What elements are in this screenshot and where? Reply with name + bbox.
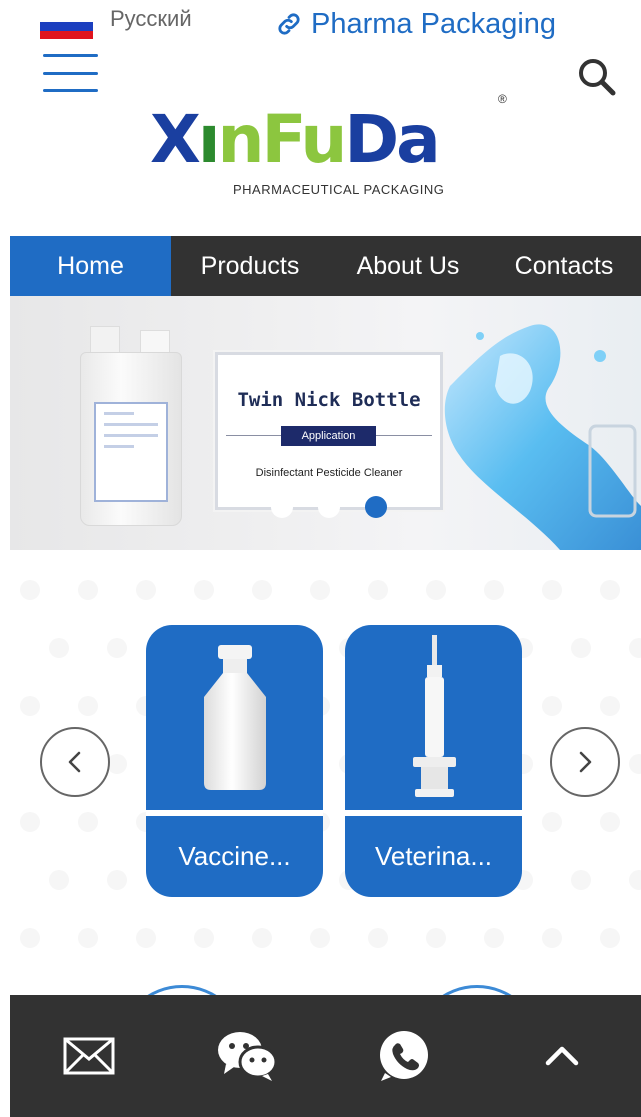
back-to-top-icon <box>545 1046 579 1066</box>
banner-dot-3[interactable] <box>365 496 387 518</box>
pattern-dot <box>107 870 127 890</box>
pattern-dot <box>484 928 504 948</box>
product-name: Veterina... <box>374 841 493 871</box>
pattern-dot <box>484 580 504 600</box>
pattern-dot <box>252 580 272 600</box>
whatsapp-icon <box>380 1031 429 1081</box>
pattern-dot <box>368 580 388 600</box>
logo-subtitle: PHARMACEUTICAL PACKAGING <box>233 182 445 197</box>
promo-card: Twin Nick Bottle Application Disinfectan… <box>215 352 443 510</box>
pattern-dot <box>78 812 98 832</box>
pharma-link-label: Pharma Packaging <box>311 8 557 40</box>
banner-dot-2[interactable] <box>318 496 340 518</box>
promo-title: Twin Nick Bottle <box>237 389 421 411</box>
product-card-veterinary[interactable]: Veterina... <box>345 625 522 897</box>
carousel-next-button[interactable] <box>550 727 620 797</box>
pattern-dot <box>426 580 446 600</box>
twin-neck-bottle-image <box>80 326 182 526</box>
registered-mark: ® <box>498 92 507 106</box>
veterinary-syringe-image <box>413 635 456 797</box>
product-name: Vaccine... <box>178 841 291 871</box>
liquid-splash-image <box>444 324 641 550</box>
pattern-dot <box>571 870 591 890</box>
language-selector[interactable]: Русский <box>40 6 192 39</box>
pattern-dot <box>368 928 388 948</box>
pattern-dot <box>542 580 562 600</box>
pattern-dot <box>107 754 127 774</box>
pattern-dot <box>78 580 98 600</box>
pattern-dot <box>542 928 562 948</box>
nav-item-contacts[interactable]: Contacts <box>487 236 641 296</box>
pattern-dot <box>600 812 620 832</box>
chevron-left-icon <box>68 751 81 773</box>
pattern-dot <box>136 928 156 948</box>
banner-pagination <box>271 496 412 518</box>
pattern-dot <box>49 870 69 890</box>
language-label: Русский <box>110 6 192 31</box>
pattern-dot <box>310 928 330 948</box>
pharma-packaging-link[interactable]: Pharma Packaging <box>275 6 556 42</box>
pattern-dot <box>629 638 641 658</box>
logo-wordmark: XınFuDa <box>150 101 441 178</box>
pattern-dot <box>629 754 641 774</box>
hero-banner[interactable]: Twin Nick Bottle Application Disinfectan… <box>10 296 641 550</box>
chevron-right-icon <box>579 751 592 773</box>
pattern-dot <box>194 928 214 948</box>
promo-description: Disinfectant Pesticide Cleaner <box>255 467 403 479</box>
link-icon <box>278 13 300 35</box>
wechat-icon <box>217 1032 278 1081</box>
pattern-dot <box>310 580 330 600</box>
bottom-contact-bar <box>10 995 641 1117</box>
carousel-prev-button[interactable] <box>40 727 110 797</box>
pattern-dot <box>107 638 127 658</box>
nav-item-products[interactable]: Products <box>171 236 329 296</box>
main-nav: Home Products About Us Contacts <box>10 236 641 296</box>
pattern-dot <box>629 870 641 890</box>
pattern-dot <box>78 696 98 716</box>
pattern-dot <box>600 928 620 948</box>
pattern-dot <box>194 580 214 600</box>
russia-flag-icon <box>40 14 93 39</box>
vaccine-bottle-image <box>204 645 266 790</box>
pattern-dot <box>600 580 620 600</box>
pattern-dot <box>252 928 272 948</box>
nav-item-about-us[interactable]: About Us <box>329 236 487 296</box>
pattern-dot <box>542 812 562 832</box>
pattern-dot <box>600 696 620 716</box>
hamburger-menu-icon[interactable] <box>43 54 98 92</box>
pattern-dot <box>571 638 591 658</box>
pattern-dot <box>78 928 98 948</box>
nav-item-home[interactable]: Home <box>10 236 171 296</box>
promo-tag: Application <box>281 426 376 446</box>
pattern-dot <box>20 928 40 948</box>
pattern-dot <box>542 696 562 716</box>
product-card-vaccine[interactable]: Vaccine... <box>146 625 323 897</box>
mail-icon <box>63 1037 115 1075</box>
wechat-button[interactable] <box>168 995 326 1117</box>
pattern-dot <box>20 812 40 832</box>
pattern-dot <box>49 638 69 658</box>
back-to-top-button[interactable] <box>483 995 641 1117</box>
pattern-dot <box>136 580 156 600</box>
banner-dot-1[interactable] <box>271 496 293 518</box>
pattern-dot <box>20 580 40 600</box>
whatsapp-button[interactable] <box>326 995 484 1117</box>
search-icon[interactable] <box>575 56 619 100</box>
pattern-dot <box>20 696 40 716</box>
xinfuda-logo[interactable]: XınFuDa ® PHARMACEUTICAL PACKAGING <box>150 92 510 206</box>
email-button[interactable] <box>10 995 168 1117</box>
pattern-dot <box>426 928 446 948</box>
